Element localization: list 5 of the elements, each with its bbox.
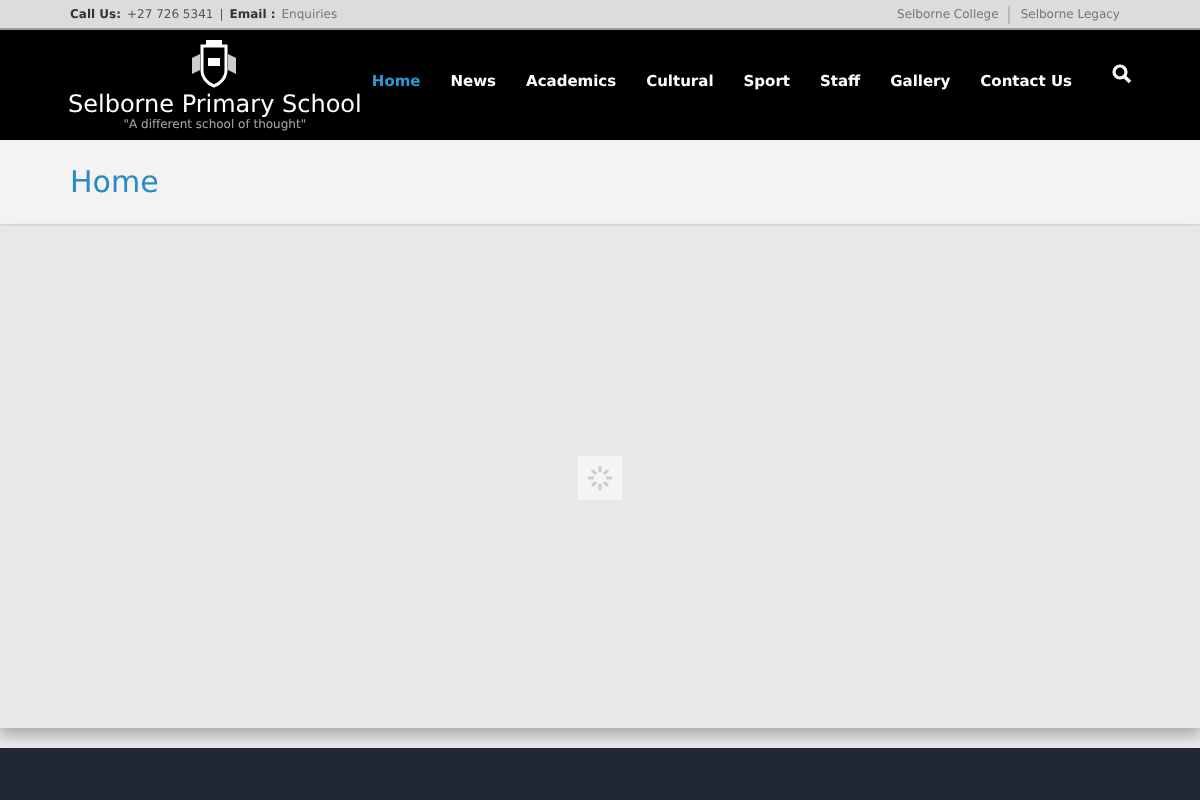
- page-title: Home: [70, 161, 159, 204]
- search-icon[interactable]: [1112, 63, 1132, 83]
- loading-spinner-icon: [578, 455, 622, 499]
- crest-icon: [190, 38, 239, 90]
- school-name: Selborne Primary School: [68, 90, 362, 118]
